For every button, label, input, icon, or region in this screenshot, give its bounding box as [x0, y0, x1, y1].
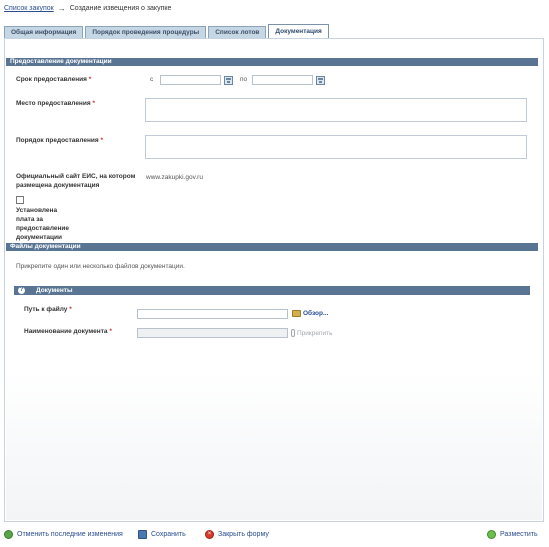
tab-bar: Общая информация Порядок проведения проц…: [4, 24, 331, 38]
calendar-icon[interactable]: [224, 76, 233, 85]
footer-toolbar: Отменить последние изменения Сохранить ×…: [0, 528, 549, 544]
publish-button[interactable]: Разместить: [487, 530, 538, 539]
breadcrumb-arrow-icon: →: [57, 4, 66, 13]
folder-icon: [292, 310, 301, 317]
fee-checkbox[interactable]: [16, 196, 24, 204]
documents-title: Документы: [36, 287, 73, 294]
publish-icon: [487, 530, 496, 539]
place-label: Место предоставления *: [16, 100, 95, 107]
paperclip-icon: [291, 329, 295, 337]
tab-documentation[interactable]: Документация: [268, 24, 329, 38]
period-to-input[interactable]: [252, 75, 313, 85]
help-icon[interactable]: ?: [18, 287, 25, 294]
official-site-value: www.zakupki.gov.ru: [146, 174, 203, 181]
place-textarea[interactable]: [145, 98, 527, 122]
official-site-label: Официальный сайт ЕИС, на котором размеще…: [16, 173, 136, 189]
period-to-label: по: [240, 76, 248, 83]
breadcrumb: Список закупок → Создание извещения о за…: [4, 4, 171, 13]
save-button[interactable]: Сохранить: [138, 530, 186, 539]
undo-changes-button[interactable]: Отменить последние изменения: [4, 530, 123, 539]
period-label: Срок предоставления *: [16, 76, 92, 83]
document-name-label: Наименование документа *: [24, 328, 112, 335]
close-form-button[interactable]: × Закрыть форму: [205, 530, 269, 539]
tab-procedure-order[interactable]: Порядок проведения процедуры: [85, 26, 207, 38]
files-hint: Прикрепите один или несколько файлов док…: [16, 263, 185, 270]
undo-icon: [4, 530, 13, 539]
tab-lots-list[interactable]: Список лотов: [208, 26, 267, 38]
file-path-label: Путь к файлу *: [24, 306, 72, 313]
file-path-input[interactable]: [137, 309, 288, 319]
panel-background: [6, 370, 542, 520]
fee-label: Установлена плата за предоставление доку…: [16, 207, 70, 241]
period-from-input[interactable]: [160, 75, 221, 85]
attach-button[interactable]: Прикрепить: [291, 329, 333, 337]
breadcrumb-link-purchases[interactable]: Список закупок: [4, 5, 54, 12]
browse-button[interactable]: Обзор...: [292, 310, 328, 317]
period-from-label: с: [150, 76, 154, 83]
documents-header: ? Документы: [14, 286, 530, 295]
tab-general-info[interactable]: Общая информация: [4, 26, 84, 38]
close-icon: ×: [205, 530, 214, 539]
breadcrumb-current: Создание извещения о закупке: [69, 5, 172, 12]
calendar-icon[interactable]: [316, 76, 325, 85]
section-header-files: Файлы документации: [6, 243, 538, 251]
order-label: Порядок предоставления *: [16, 137, 104, 144]
document-name-input[interactable]: [137, 328, 288, 338]
order-textarea[interactable]: [145, 135, 527, 159]
save-icon: [138, 530, 147, 539]
section-header-provision: Предоставление документации: [6, 58, 538, 66]
